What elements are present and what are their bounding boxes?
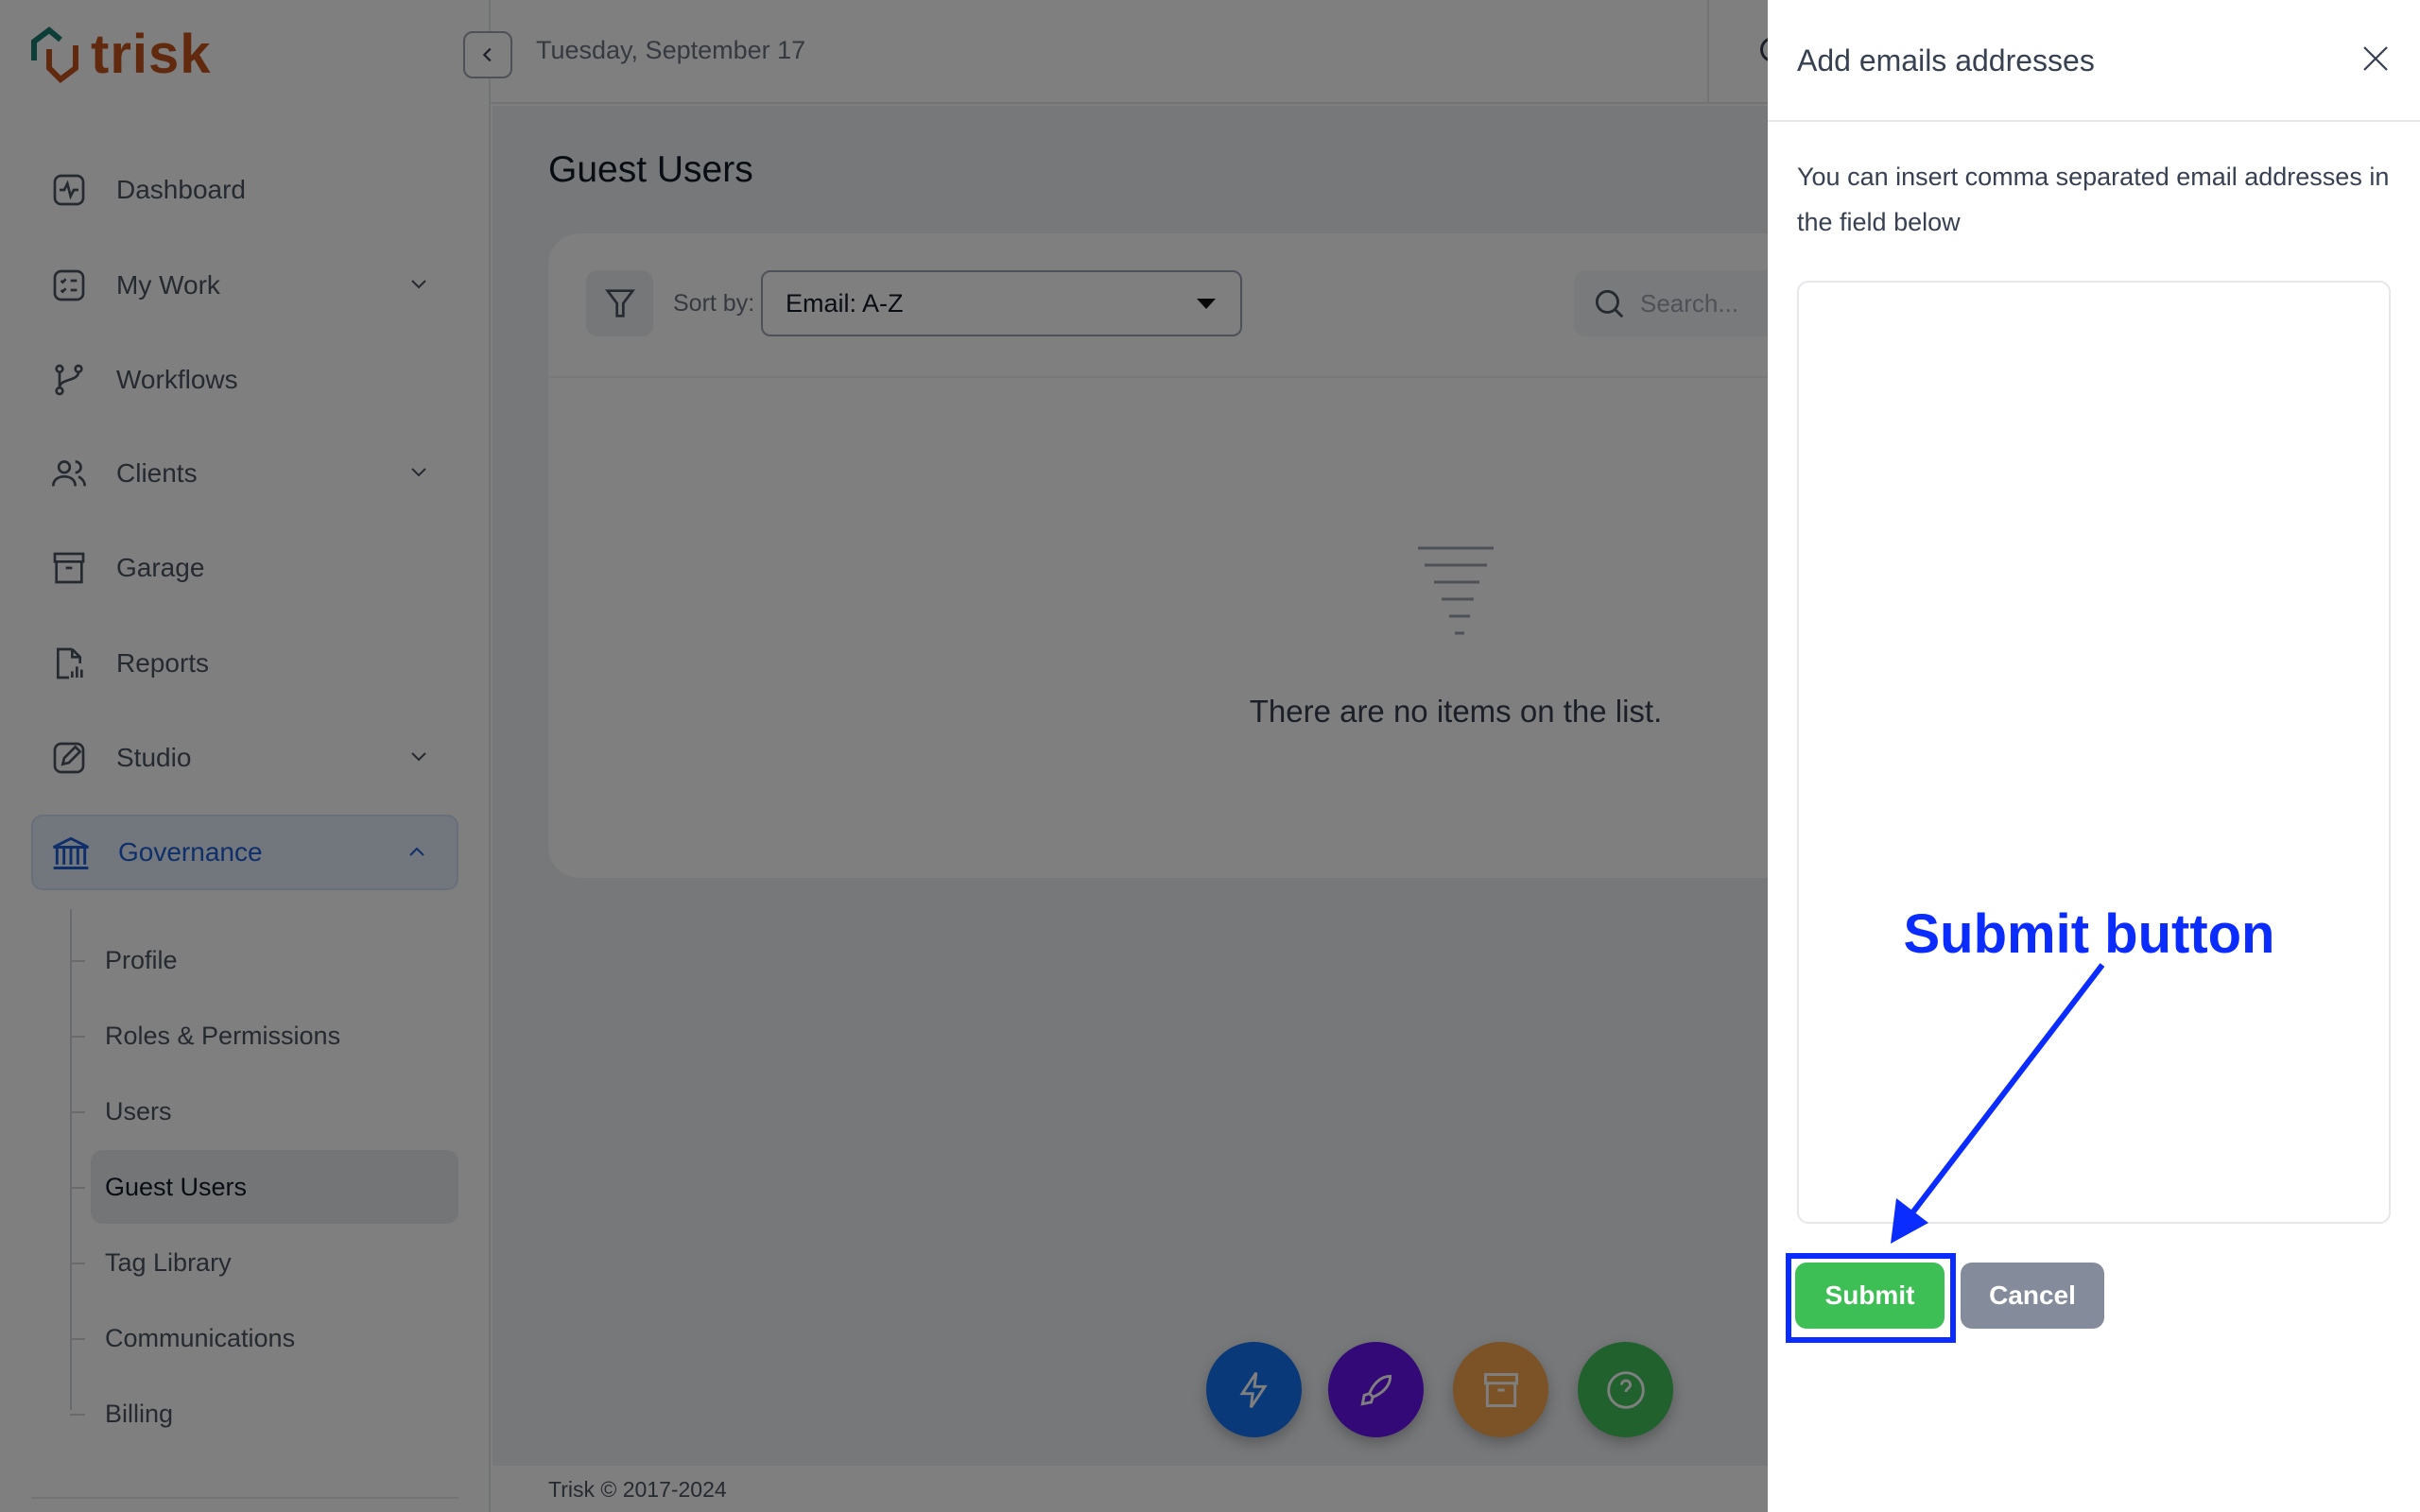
email-addresses-textarea[interactable] <box>1797 281 2391 1224</box>
annotation-label: Submit button <box>1903 903 2275 965</box>
cancel-button[interactable]: Cancel <box>1961 1263 2104 1329</box>
drawer-title: Add emails addresses <box>1797 43 2095 77</box>
modal-backdrop[interactable] <box>0 0 1768 1512</box>
close-icon[interactable] <box>2359 42 2393 76</box>
drawer-description: You can insert comma separated email add… <box>1797 163 2390 236</box>
annotation-highlight-box <box>1786 1253 1956 1343</box>
divider <box>1768 120 2420 122</box>
